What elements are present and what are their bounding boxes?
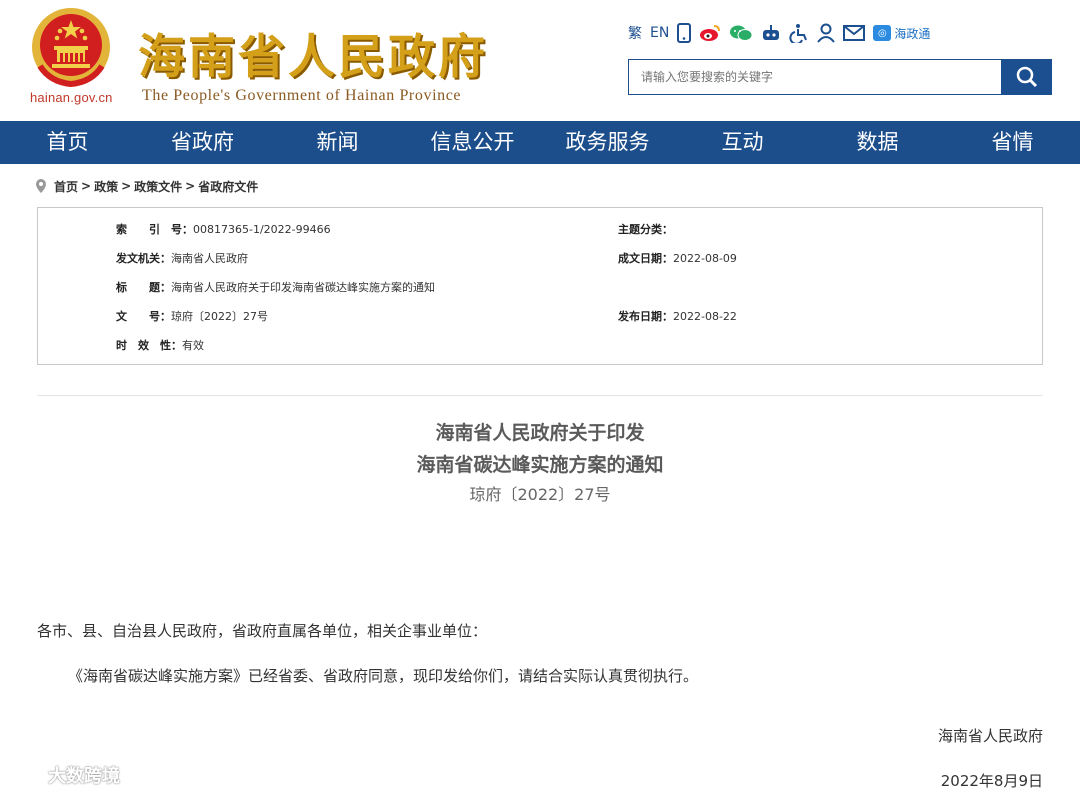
nav-item-province-overview[interactable]: 省情	[945, 121, 1080, 164]
user-icon[interactable]	[817, 22, 836, 44]
document-paragraph: 《海南省碳达峰实施方案》已经省委、省政府同意，现印发给你们，请结合实际认真贯彻执…	[68, 667, 699, 685]
english-link[interactable]: EN	[650, 22, 669, 44]
info-created-value: 2022-08-09	[673, 251, 737, 265]
breadcrumb-separator: >	[121, 179, 132, 193]
nav-item-interaction[interactable]: 互动	[675, 121, 810, 164]
watermark-text: 大数跨境	[48, 766, 120, 787]
info-title-value: 海南省人民政府关于印发海南省碳达峰实施方案的通知	[171, 281, 435, 294]
info-index-value: 00817365-1/2022-99466	[193, 222, 331, 236]
breadcrumb-provincial-documents[interactable]: 省政府文件	[198, 178, 258, 195]
robot-icon[interactable]	[761, 22, 781, 44]
breadcrumb-separator: >	[185, 179, 196, 193]
site-domain: hainan.gov.cn	[30, 90, 113, 105]
info-published-row: 发布日期： 2022-08-22	[618, 308, 737, 324]
document-metadata-box: 索 引 号： 00817365-1/2022-99466 主题分类： 发文机关：…	[37, 207, 1043, 365]
site-title-cn[interactable]: 海南省人民政府	[138, 18, 488, 87]
weibo-icon[interactable]	[699, 22, 721, 44]
info-issuer-value: 海南省人民政府	[171, 252, 248, 265]
nav-item-home[interactable]: 首页	[0, 121, 135, 164]
traditional-chinese-link[interactable]: 繁	[628, 22, 642, 44]
accessibility-icon[interactable]	[789, 22, 809, 44]
document-salutation: 各市、县、自治县人民政府，省政府直属各单位，相关企事业单位：	[37, 622, 488, 640]
info-published-label: 发布日期：	[618, 310, 673, 323]
breadcrumb-separator: >	[81, 179, 92, 193]
info-issuer-label: 发文机关：	[116, 252, 171, 265]
national-emblem-icon[interactable]	[30, 6, 112, 88]
haizhengtong-link[interactable]: ◎ 海政通	[873, 22, 930, 44]
document-title-line-2: 海南省碳达峰实施方案的通知	[416, 454, 664, 476]
info-docno-value: 琼府〔2022〕27号	[171, 310, 268, 323]
watermark: 大数跨境	[8, 762, 120, 788]
info-title-label: 标 题：	[116, 281, 171, 294]
document-number: 琼府〔2022〕27号	[469, 485, 611, 504]
nav-item-news[interactable]: 新闻	[270, 121, 405, 164]
wechat-icon[interactable]	[729, 22, 753, 44]
content-divider	[37, 395, 1043, 396]
breadcrumb: 首页 > 政策 > 政策文件 > 省政府文件	[36, 178, 258, 194]
location-pin-icon	[36, 179, 46, 193]
mobile-icon[interactable]	[677, 22, 692, 44]
info-topic-label: 主题分类：	[618, 223, 673, 236]
breadcrumb-policy-documents[interactable]: 政策文件	[134, 178, 182, 195]
info-validity-label: 时 效 性：	[116, 339, 182, 352]
nav-item-government-services[interactable]: 政务服务	[540, 121, 675, 164]
watermark-logo-icon	[8, 765, 48, 785]
site-title-en: The People's Government of Hainan Provin…	[142, 87, 462, 104]
nav-item-provincial-government[interactable]: 省政府	[135, 121, 270, 164]
breadcrumb-home[interactable]: 首页	[54, 178, 78, 195]
document-signature: 海南省人民政府	[937, 727, 1043, 745]
info-docno-label: 文 号：	[116, 310, 171, 323]
info-validity-row: 时 效 性： 有效	[116, 337, 204, 353]
breadcrumb-policy[interactable]: 政策	[94, 178, 118, 195]
main-nav: 首页 省政府 新闻 信息公开 政务服务 互动 数据 省情	[0, 121, 1080, 164]
haizhengtong-icon: ◎	[873, 25, 892, 41]
info-created-row: 成文日期： 2022-08-09	[618, 250, 737, 266]
info-topic-row: 主题分类：	[618, 221, 673, 237]
info-issuer-row: 发文机关： 海南省人民政府	[116, 250, 248, 266]
mail-icon[interactable]	[843, 22, 866, 44]
search-icon	[1016, 66, 1038, 88]
nav-item-information-disclosure[interactable]: 信息公开	[405, 121, 540, 164]
document-date: 2022年8月9日	[940, 772, 1043, 790]
nav-item-data[interactable]: 数据	[810, 121, 945, 164]
document-title-line-1: 海南省人民政府关于印发	[435, 422, 645, 444]
info-created-label: 成文日期：	[618, 252, 673, 265]
info-published-value: 2022-08-22	[673, 309, 737, 323]
search-input[interactable]	[628, 59, 1002, 95]
site-header: hainan.gov.cn 海南省人民政府 The People's Gover…	[0, 0, 1080, 121]
info-title-row: 标 题： 海南省人民政府关于印发海南省碳达峰实施方案的通知	[116, 279, 435, 295]
info-index-row: 索 引 号： 00817365-1/2022-99466	[116, 221, 331, 237]
info-index-label: 索 引 号：	[116, 223, 193, 236]
header-toolbar: 繁 EN ◎ 海政通	[628, 22, 938, 44]
search-button[interactable]	[1002, 59, 1052, 95]
info-docno-row: 文 号： 琼府〔2022〕27号	[116, 308, 268, 324]
haizhengtong-label: 海政通	[894, 26, 931, 41]
info-validity-value: 有效	[182, 339, 204, 352]
